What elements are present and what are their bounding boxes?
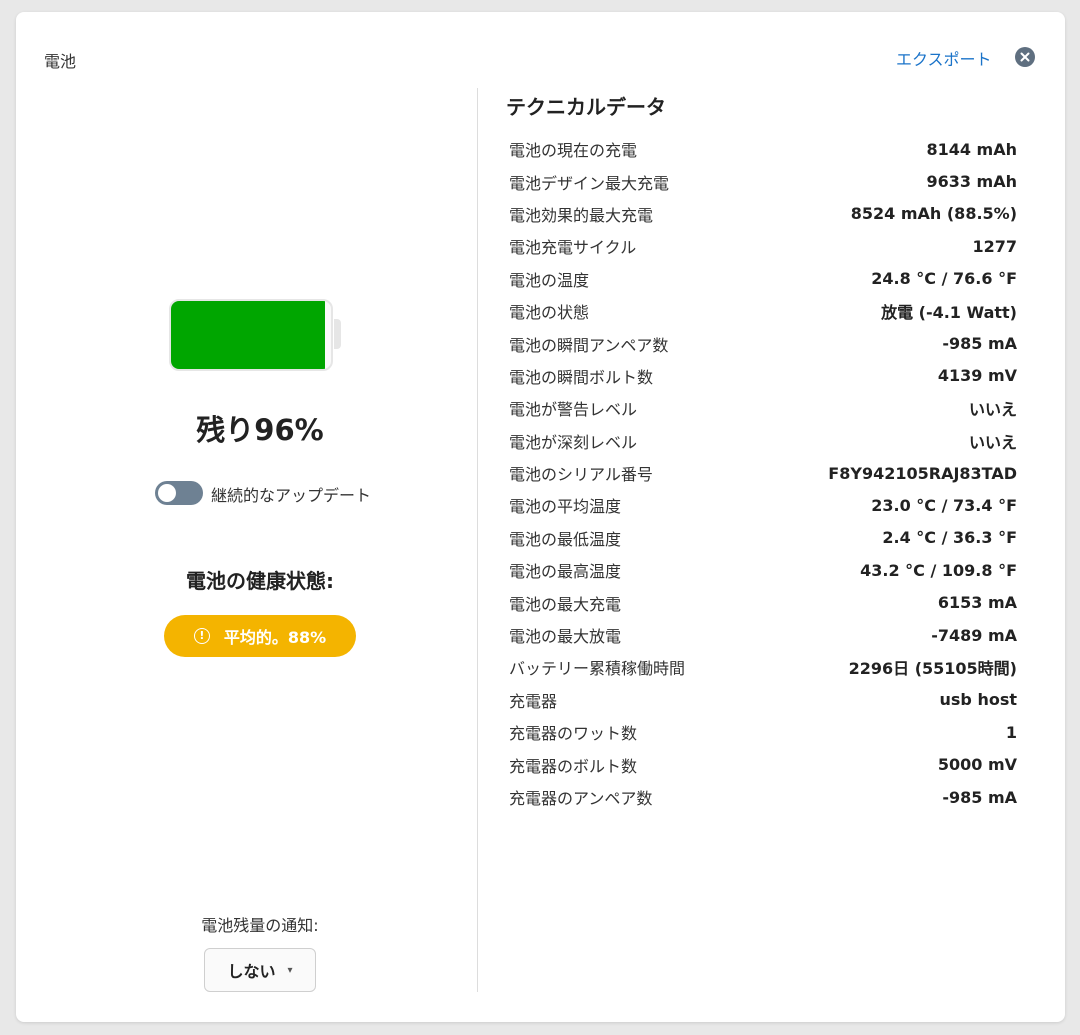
row-value: いいえ — [968, 400, 1017, 420]
row-label: 充電器のワット数 — [509, 724, 638, 744]
row-label: 電池の瞬間アンペア数 — [509, 335, 669, 355]
row-label: 電池の現在の充電 — [509, 141, 638, 161]
row-label: 電池が深刻レベル — [509, 432, 638, 452]
health-title: 電池の健康状態: — [186, 569, 334, 593]
row-label: 電池の平均温度 — [509, 497, 622, 517]
health-status-badge: ! 平均的。88% — [164, 615, 356, 657]
technical-data-row: 電池の瞬間ボルト数 4139 mV — [509, 360, 1017, 392]
technical-data-row: 電池の状態 放電 (-4.1 Watt) — [509, 295, 1017, 327]
technical-data-row: 電池効果的最大充電 8524 mAh (88.5%) — [509, 198, 1017, 230]
battery-remaining: 残り96% — [196, 413, 324, 447]
row-value: 1 — [1005, 722, 1017, 742]
technical-data-row: 電池デザイン最大充電 9633 mAh — [509, 165, 1017, 197]
technical-data-row: バッテリー累積稼働時間 2296日 (55105時間) — [509, 651, 1017, 683]
row-value: 2.4 °C / 36.3 °F — [882, 528, 1017, 548]
notification-label: 電池残量の通知: — [201, 916, 319, 935]
notification-select[interactable]: しない ▾ — [204, 948, 316, 992]
notification-selected-value: しない — [227, 962, 276, 981]
technical-data-row: 電池の最大充電 6153 mA — [509, 586, 1017, 618]
row-label: 電池の最大放電 — [509, 627, 622, 647]
technical-data-list: 電池の現在の充電 8144 mAh 電池デザイン最大充電 9633 mAh 電池効果的最… — [509, 133, 1017, 813]
row-label: 電池が警告レベル — [509, 400, 638, 420]
row-value: 8524 mAh (88.5%) — [850, 204, 1017, 224]
row-value: usb host — [939, 690, 1018, 710]
row-value: 8144 mAh — [926, 139, 1017, 159]
technical-data-row: 充電器のアンペア数 -985 mA — [509, 781, 1017, 813]
row-label: バッテリー累積稼働時間 — [509, 659, 686, 679]
battery-tip — [334, 319, 341, 349]
battery-dialog: 電池 エクスポート 残り96% 継続的なアップデート 電池の健康状態: ! 平均… — [16, 12, 1065, 1022]
technical-data-row: 電池の瞬間アンペア数 -985 mA — [509, 327, 1017, 359]
panel-divider — [477, 88, 478, 992]
continuous-update-toggle[interactable] — [155, 481, 203, 505]
technical-data-row: 電池の現在の充電 8144 mAh — [509, 133, 1017, 165]
close-icon[interactable] — [1015, 47, 1035, 67]
technical-data-row: 電池の最高温度 43.2 °C / 109.8 °F — [509, 554, 1017, 586]
row-label: 電池の最大充電 — [509, 594, 622, 614]
row-label: 電池充電サイクル — [509, 238, 637, 258]
row-value: 9633 mAh — [926, 172, 1017, 192]
health-status-text: 平均的。88% — [223, 628, 327, 647]
row-label: 電池の最高温度 — [509, 562, 622, 582]
row-value: 6153 mA — [937, 593, 1017, 613]
warning-circle-icon: ! — [193, 628, 210, 644]
row-label: 電池効果的最大充電 — [509, 205, 654, 225]
technical-data-row: 電池の温度 24.8 °C / 76.6 °F — [509, 263, 1017, 295]
technical-data-row: 電池の最大放電 -7489 mA — [509, 619, 1017, 651]
row-value: 23.0 °C / 73.4 °F — [871, 495, 1017, 515]
row-label: 電池デザイン最大充電 — [509, 173, 670, 193]
battery-icon — [169, 299, 333, 371]
row-value: -7489 mA — [931, 625, 1017, 645]
row-label: 電池の状態 — [509, 303, 590, 323]
row-label: 電池のシリアル番号 — [509, 465, 653, 485]
technical-data-row: 電池の最低温度 2.4 °C / 36.3 °F — [509, 522, 1017, 554]
row-value: 4139 mV — [937, 366, 1017, 386]
technical-data-title: テクニカルデータ — [506, 95, 666, 119]
dialog-title: 電池 — [44, 52, 77, 71]
row-value: -985 mA — [942, 787, 1017, 807]
row-value: 5000 mV — [937, 755, 1017, 775]
row-label: 充電器のアンペア数 — [509, 789, 653, 808]
row-value: F8Y942105RAJ83TAD — [828, 463, 1017, 483]
toggle-knob — [158, 484, 176, 502]
row-value: 43.2 °C / 109.8 °F — [860, 560, 1017, 580]
technical-data-row: 電池の平均温度 23.0 °C / 73.4 °F — [509, 489, 1017, 521]
export-link[interactable]: エクスポート — [896, 46, 992, 70]
row-label: 電池の温度 — [509, 270, 590, 290]
technical-data-row: 充電器 usb host — [509, 684, 1017, 716]
row-value: 24.8 °C / 76.6 °F — [871, 269, 1017, 289]
row-value: いいえ — [968, 432, 1017, 452]
technical-data-row: 充電器のボルト数 5000 mV — [509, 748, 1017, 780]
row-label: 充電器 — [509, 691, 558, 711]
chevron-down-icon: ▾ — [287, 964, 293, 976]
row-value: 2296日 (55105時間) — [848, 659, 1017, 679]
technical-data-row: 電池のシリアル番号 F8Y942105RAJ83TAD — [509, 457, 1017, 489]
technical-data-row: 電池が警告レベル いいえ — [509, 392, 1017, 424]
row-label: 電池の最低温度 — [509, 529, 622, 549]
row-value: 1277 — [972, 236, 1017, 256]
continuous-update-label: 継続的なアップデート — [211, 486, 372, 505]
battery-fill — [171, 301, 325, 369]
row-value: -985 mA — [942, 334, 1017, 354]
row-value: 放電 (-4.1 Watt) — [881, 303, 1017, 323]
technical-data-row: 電池充電サイクル 1277 — [509, 230, 1017, 262]
row-label: 電池の瞬間ボルト数 — [509, 367, 654, 387]
row-label: 充電器のボルト数 — [509, 756, 638, 776]
technical-data-row: 充電器のワット数 1 — [509, 716, 1017, 748]
technical-data-row: 電池が深刻レベル いいえ — [509, 425, 1017, 457]
